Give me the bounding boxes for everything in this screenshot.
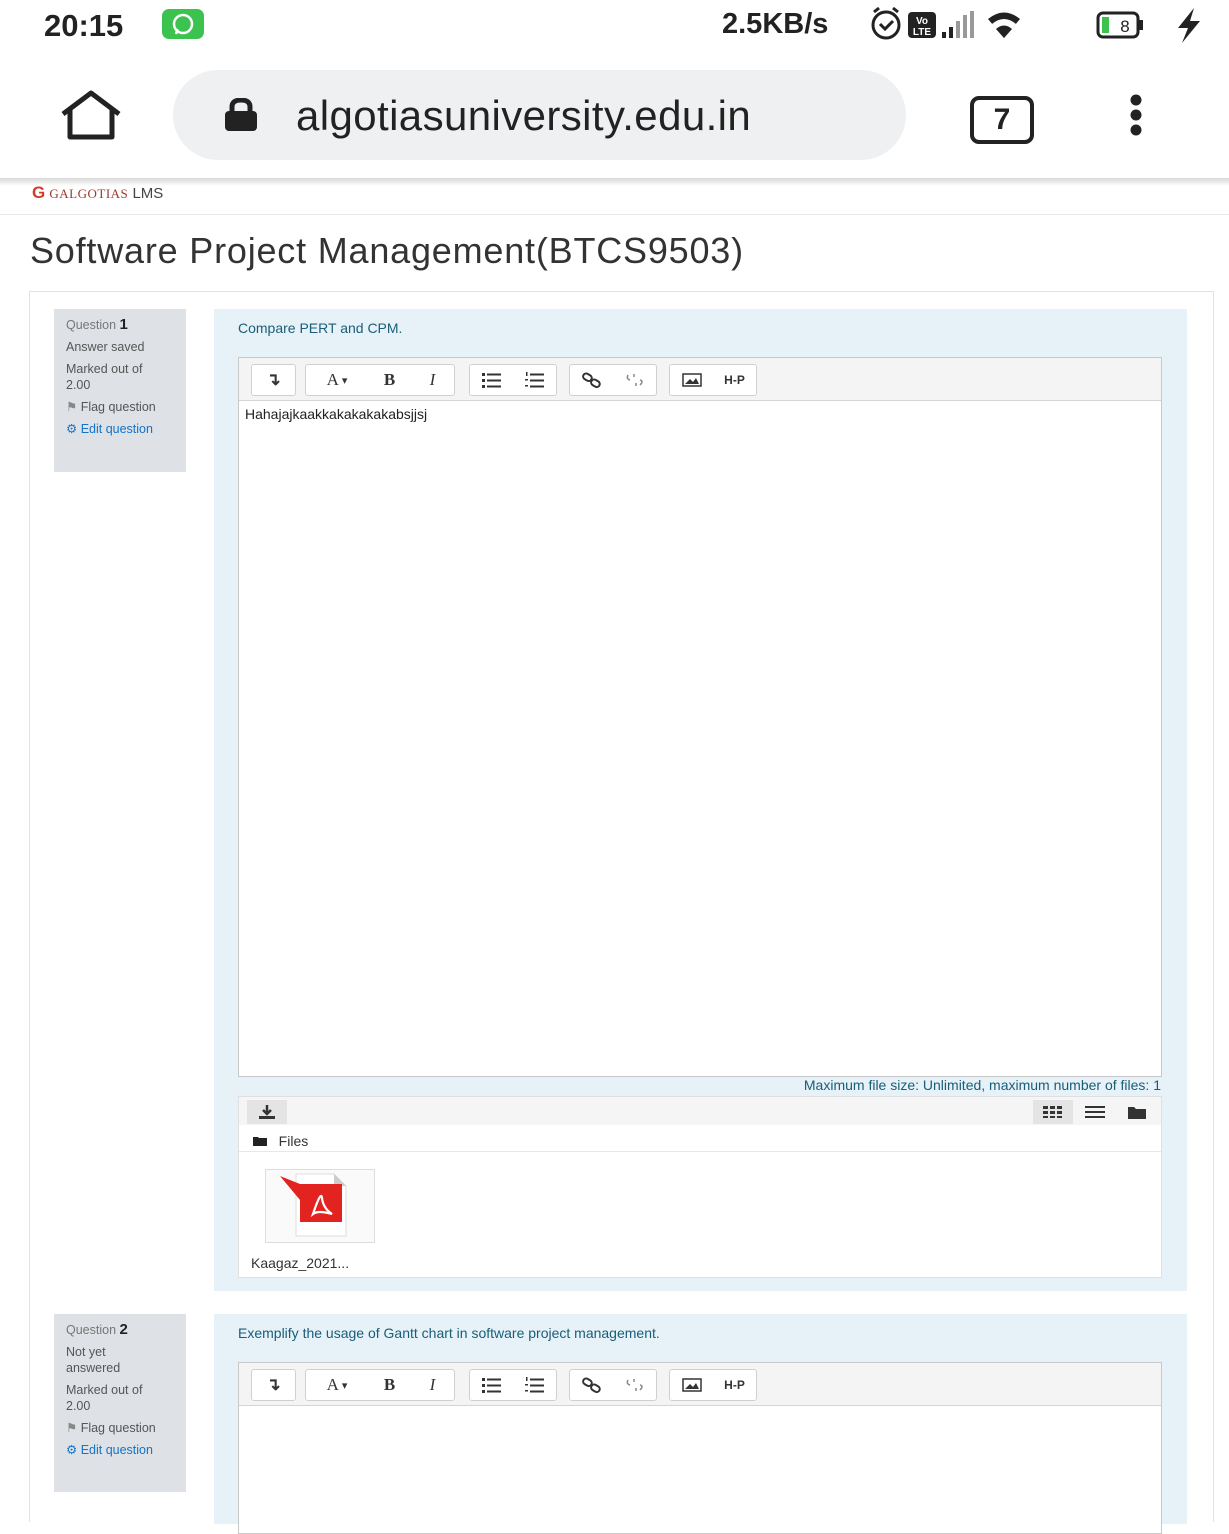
italic-button[interactable]: I	[411, 1370, 454, 1400]
answer-text[interactable]: Hahajajkaakkakakakakabsjjsj	[245, 406, 427, 422]
more-menu-icon[interactable]	[1125, 94, 1147, 141]
question-text: Compare PERT and CPM.	[238, 320, 403, 336]
flag-question-link[interactable]: ⚑ Flag question	[66, 399, 156, 415]
question-state: Answer saved	[66, 340, 145, 354]
link-icon[interactable]	[570, 365, 613, 395]
status-icons: Vo LTE 8	[866, 4, 1211, 51]
volte-icon: VoLTE	[908, 12, 936, 38]
svg-text:Vo: Vo	[916, 16, 928, 27]
upload-icon[interactable]	[247, 1100, 287, 1124]
insert-image-icon[interactable]	[670, 365, 713, 395]
pdf-file-icon[interactable]	[265, 1169, 375, 1243]
toolbar-collapse-button[interactable]: ↴	[252, 365, 295, 395]
logo-brand-text: GALGOTIAS	[49, 186, 129, 201]
header-divider	[0, 214, 1229, 215]
question-text: Exemplify the usage of Gantt chart in so…	[238, 1325, 660, 1341]
flag-icon: ⚑	[66, 1421, 81, 1435]
insert-image-icon[interactable]	[670, 1370, 713, 1400]
url-text[interactable]: algotiasuniversity.edu.in	[296, 92, 751, 140]
signal-icon	[942, 11, 974, 38]
folder-icon	[253, 1133, 271, 1149]
question-grade: Marked out of 2.00	[66, 1383, 143, 1413]
answer-editor[interactable]: ↴ A ▾ B I	[238, 1362, 1162, 1534]
question-grade: Marked out of 2.00	[66, 362, 143, 392]
question-number: Question 1	[66, 316, 128, 333]
toolbar-group-media: H-P	[669, 1369, 757, 1401]
network-speed: 2.5KB/s	[722, 8, 829, 40]
alarm-icon	[871, 6, 901, 40]
unordered-list-icon[interactable]	[470, 365, 513, 395]
logo-g-icon: G	[32, 183, 46, 202]
question-2-content: Exemplify the usage of Gantt chart in so…	[214, 1314, 1187, 1534]
editor-toolbar: ↴ A ▾ B I H-P	[239, 358, 1161, 401]
file-name[interactable]: Kaagaz_2021...	[251, 1255, 349, 1271]
site-logo[interactable]: G GALGOTIAS LMS	[32, 183, 163, 203]
charging-icon	[1178, 8, 1200, 43]
toolbar-group-lists	[469, 1369, 557, 1401]
bold-button[interactable]: B	[368, 365, 411, 395]
file-picker: Files Kaagaz_2021...	[238, 1096, 1162, 1278]
status-time: 20:15	[44, 8, 124, 43]
font-style-button[interactable]: A ▾	[306, 365, 368, 395]
toolbar-group-links	[569, 1369, 657, 1401]
list-view-button[interactable]	[1075, 1100, 1115, 1124]
question-2-info: Question 2 Not yet answered Marked out o…	[54, 1314, 186, 1492]
question-state: Not yet answered	[66, 1345, 121, 1375]
lock-icon	[222, 97, 260, 137]
toolbar-group-format: A ▾ B I	[305, 1369, 455, 1401]
file-picker-toolbar	[239, 1097, 1161, 1125]
gear-icon: ⚙	[66, 422, 81, 436]
file-picker-divider	[239, 1151, 1161, 1152]
toolbar-shadow	[0, 178, 1229, 186]
svg-text:8: 8	[1120, 17, 1129, 36]
flag-question-link[interactable]: ⚑ Flag question	[66, 1420, 156, 1436]
home-icon[interactable]	[58, 90, 124, 145]
unlink-icon[interactable]	[613, 1370, 656, 1400]
question-1-content: Compare PERT and CPM. ↴ A ▾ B I H-P Haha…	[214, 309, 1187, 1291]
font-style-button[interactable]: A ▾	[306, 1370, 368, 1400]
toolbar-group-lists	[469, 364, 557, 396]
h5p-button[interactable]: H-P	[713, 1370, 756, 1400]
edit-question-link[interactable]: ⚙ Edit question	[66, 1442, 156, 1458]
max-file-info: Maximum file size: Unlimited, maximum nu…	[803, 1077, 1161, 1093]
bold-button[interactable]: B	[368, 1370, 411, 1400]
ordered-list-icon[interactable]	[513, 365, 556, 395]
svg-text:LTE: LTE	[913, 27, 931, 38]
icon-view-button[interactable]	[1033, 1100, 1073, 1124]
h5p-button[interactable]: H-P	[713, 365, 756, 395]
unordered-list-icon[interactable]	[470, 1370, 513, 1400]
question-1-info: Question 1 Answer saved Marked out of 2.…	[54, 309, 186, 472]
link-icon[interactable]	[570, 1370, 613, 1400]
lms-label: LMS	[132, 185, 164, 202]
toolbar-group-collapse: ↴	[251, 1369, 296, 1401]
battery-icon: 8	[1096, 11, 1143, 39]
tab-switcher-button[interactable]: 7	[970, 96, 1034, 144]
toolbar-collapse-button[interactable]: ↴	[252, 1370, 295, 1400]
wifi-icon	[988, 12, 1020, 38]
answer-editor[interactable]: ↴ A ▾ B I	[238, 357, 1162, 1077]
toolbar-group-format: A ▾ B I	[305, 364, 455, 396]
question-number: Question 2	[66, 1321, 128, 1338]
unlink-icon[interactable]	[613, 365, 656, 395]
page-title: Software Project Management(BTCS9503)	[30, 230, 744, 271]
editor-toolbar: ↴ A ▾ B I H-P	[239, 1363, 1161, 1406]
toolbar-group-links	[569, 364, 657, 396]
ordered-list-icon[interactable]	[513, 1370, 556, 1400]
tree-view-button[interactable]	[1117, 1100, 1157, 1124]
files-breadcrumb[interactable]: Files	[253, 1133, 308, 1149]
toolbar-group-media: H-P	[669, 364, 757, 396]
flag-icon: ⚑	[66, 400, 81, 414]
gear-icon: ⚙	[66, 1443, 81, 1457]
whatsapp-icon	[162, 9, 204, 39]
italic-button[interactable]: I	[411, 365, 454, 395]
toolbar-group-collapse: ↴	[251, 364, 296, 396]
edit-question-link[interactable]: ⚙ Edit question	[66, 421, 156, 437]
